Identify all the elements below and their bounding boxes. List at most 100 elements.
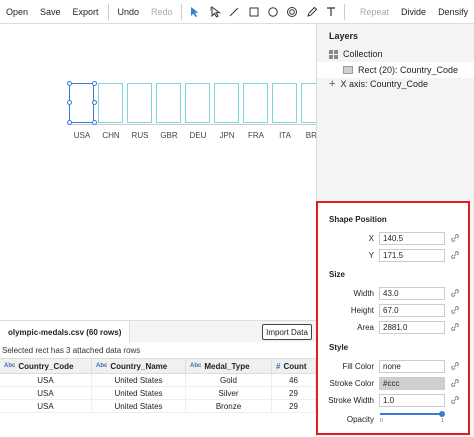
x-tick-label: FRA <box>248 131 264 140</box>
table-cell: United States <box>92 400 186 412</box>
rect-mark-deu[interactable] <box>185 83 210 123</box>
x-tick-label: BRA <box>305 131 316 140</box>
stroke-width-label: Stroke Width <box>328 396 374 405</box>
link-icon[interactable] <box>450 378 460 388</box>
table-cell: USA <box>0 387 92 399</box>
x-input[interactable]: 140.5 <box>379 232 445 245</box>
rect-mark-gbr[interactable] <box>156 83 181 123</box>
selection-status: Selected rect has 3 attached data rows <box>2 346 141 355</box>
table-row[interactable]: USA United States Bronze 29 <box>0 400 316 413</box>
opacity-slider-knob[interactable] <box>439 411 445 417</box>
section-title: Shape Position <box>329 215 387 224</box>
text-type-icon: Abc <box>4 363 16 369</box>
column-header-medal-type[interactable]: Abc Medal_Type <box>186 359 272 373</box>
data-file-tab[interactable]: olympic-medals.csv (60 rows) <box>0 321 131 343</box>
resize-handle[interactable] <box>92 100 97 105</box>
select-arrow-icon[interactable] <box>185 0 204 24</box>
x-label: X <box>368 234 374 243</box>
rect-icon[interactable] <box>244 0 263 24</box>
link-icon[interactable] <box>450 395 460 405</box>
opacity-slider[interactable] <box>380 413 442 415</box>
table-cell: Silver <box>186 387 272 399</box>
column-header-country-name[interactable]: Abc Country_Name <box>92 359 186 373</box>
data-table: Abc Country_Code Abc Country_Name Abc Medal… <box>0 358 316 413</box>
export-button[interactable]: Export <box>67 0 105 24</box>
rect-mark-chn[interactable] <box>98 83 123 123</box>
stroke-color-input[interactable]: #ccc <box>379 377 445 390</box>
layer-label: Collection <box>343 49 383 59</box>
link-icon[interactable] <box>450 233 460 243</box>
layer-item-collection[interactable]: Collection <box>317 46 474 62</box>
text-icon[interactable] <box>322 0 341 24</box>
width-input[interactable]: 43.0 <box>379 287 445 300</box>
area-input[interactable]: 2881.0 <box>379 321 445 334</box>
ring-icon[interactable] <box>283 0 302 24</box>
axis-plus-icon: + <box>329 78 336 90</box>
collection-icon <box>329 49 338 59</box>
table-row[interactable]: USA United States Gold 46 <box>0 374 316 387</box>
open-button[interactable]: Open <box>0 0 34 24</box>
rect-mark-ita[interactable] <box>272 83 297 123</box>
link-icon[interactable] <box>450 250 460 260</box>
resize-handle[interactable] <box>67 100 72 105</box>
table-header: Abc Country_Code Abc Country_Name Abc Medal… <box>0 358 316 374</box>
table-cell: 46 <box>272 374 316 386</box>
rect-layer-icon <box>343 66 353 74</box>
layer-item-x-axis[interactable]: + X axis: Country_Code <box>317 76 474 92</box>
x-tick-label: RUS <box>131 131 149 140</box>
save-button[interactable]: Save <box>34 0 67 24</box>
x-tick-label: CHN <box>102 131 120 140</box>
rect-mark-jpn[interactable] <box>214 83 239 123</box>
resize-handle[interactable] <box>92 120 97 125</box>
undo-button[interactable]: Undo <box>111 0 145 24</box>
column-header-country-code[interactable]: Abc Country_Code <box>0 359 92 373</box>
line-icon[interactable] <box>224 0 243 24</box>
x-tick-label: DEU <box>189 131 207 140</box>
opacity-min-label: 0 <box>380 418 383 424</box>
resize-handle[interactable] <box>67 81 72 86</box>
number-type-icon: # <box>276 361 281 371</box>
pen-icon[interactable] <box>302 0 321 24</box>
toolbar-divider <box>181 3 183 20</box>
table-cell: 29 <box>272 400 316 412</box>
stroke-color-label: Stroke Color <box>329 379 374 388</box>
data-tab-bar: olympic-medals.csv (60 rows) Import Data <box>0 320 316 343</box>
rect-mark-usa[interactable] <box>69 83 94 123</box>
x-tick-label: GBR <box>160 131 178 140</box>
table-cell: United States <box>92 374 186 386</box>
canvas[interactable]: USA CHN RUS GBR DEU JPN FRA ITA BRA <box>0 24 316 320</box>
import-data-button[interactable]: Import Data <box>262 324 312 340</box>
link-icon[interactable] <box>450 305 460 315</box>
height-input[interactable]: 67.0 <box>379 304 445 317</box>
circle-icon[interactable] <box>263 0 282 24</box>
rect-mark-fra[interactable] <box>243 83 268 123</box>
redo-button[interactable]: Redo <box>145 0 179 24</box>
opacity-max-label: 1 <box>441 418 444 424</box>
fill-color-input[interactable]: none <box>379 360 445 373</box>
direct-select-icon[interactable] <box>205 0 224 24</box>
section-title: Size <box>329 270 346 279</box>
table-cell: Gold <box>186 374 272 386</box>
area-label: Area <box>357 323 374 332</box>
divide-button[interactable]: Divide <box>395 0 432 24</box>
table-cell: Bronze <box>186 400 272 412</box>
link-icon[interactable] <box>450 361 460 371</box>
resize-handle[interactable] <box>92 81 97 86</box>
y-input[interactable]: 171.5 <box>379 249 445 262</box>
column-header-count[interactable]: # Count <box>272 359 316 373</box>
link-icon[interactable] <box>450 322 460 332</box>
stroke-width-input[interactable]: 1.0 <box>379 394 445 407</box>
height-label: Height <box>350 306 374 315</box>
densify-button[interactable]: Densify <box>432 0 474 24</box>
layers-title: Layers <box>329 31 359 41</box>
section-title: Style <box>329 343 349 352</box>
toolbar-divider <box>344 3 346 20</box>
table-row[interactable]: USA United States Silver 29 <box>0 387 316 400</box>
link-icon[interactable] <box>450 288 460 298</box>
rect-mark-rus[interactable] <box>127 83 152 123</box>
rect-mark-bra[interactable] <box>301 83 316 123</box>
y-label: Y <box>368 251 374 260</box>
repeat-button[interactable]: Repeat <box>354 0 395 24</box>
toolbar: Open Save Export Undo Redo Repeat Divide… <box>0 0 474 24</box>
resize-handle[interactable] <box>67 120 72 125</box>
